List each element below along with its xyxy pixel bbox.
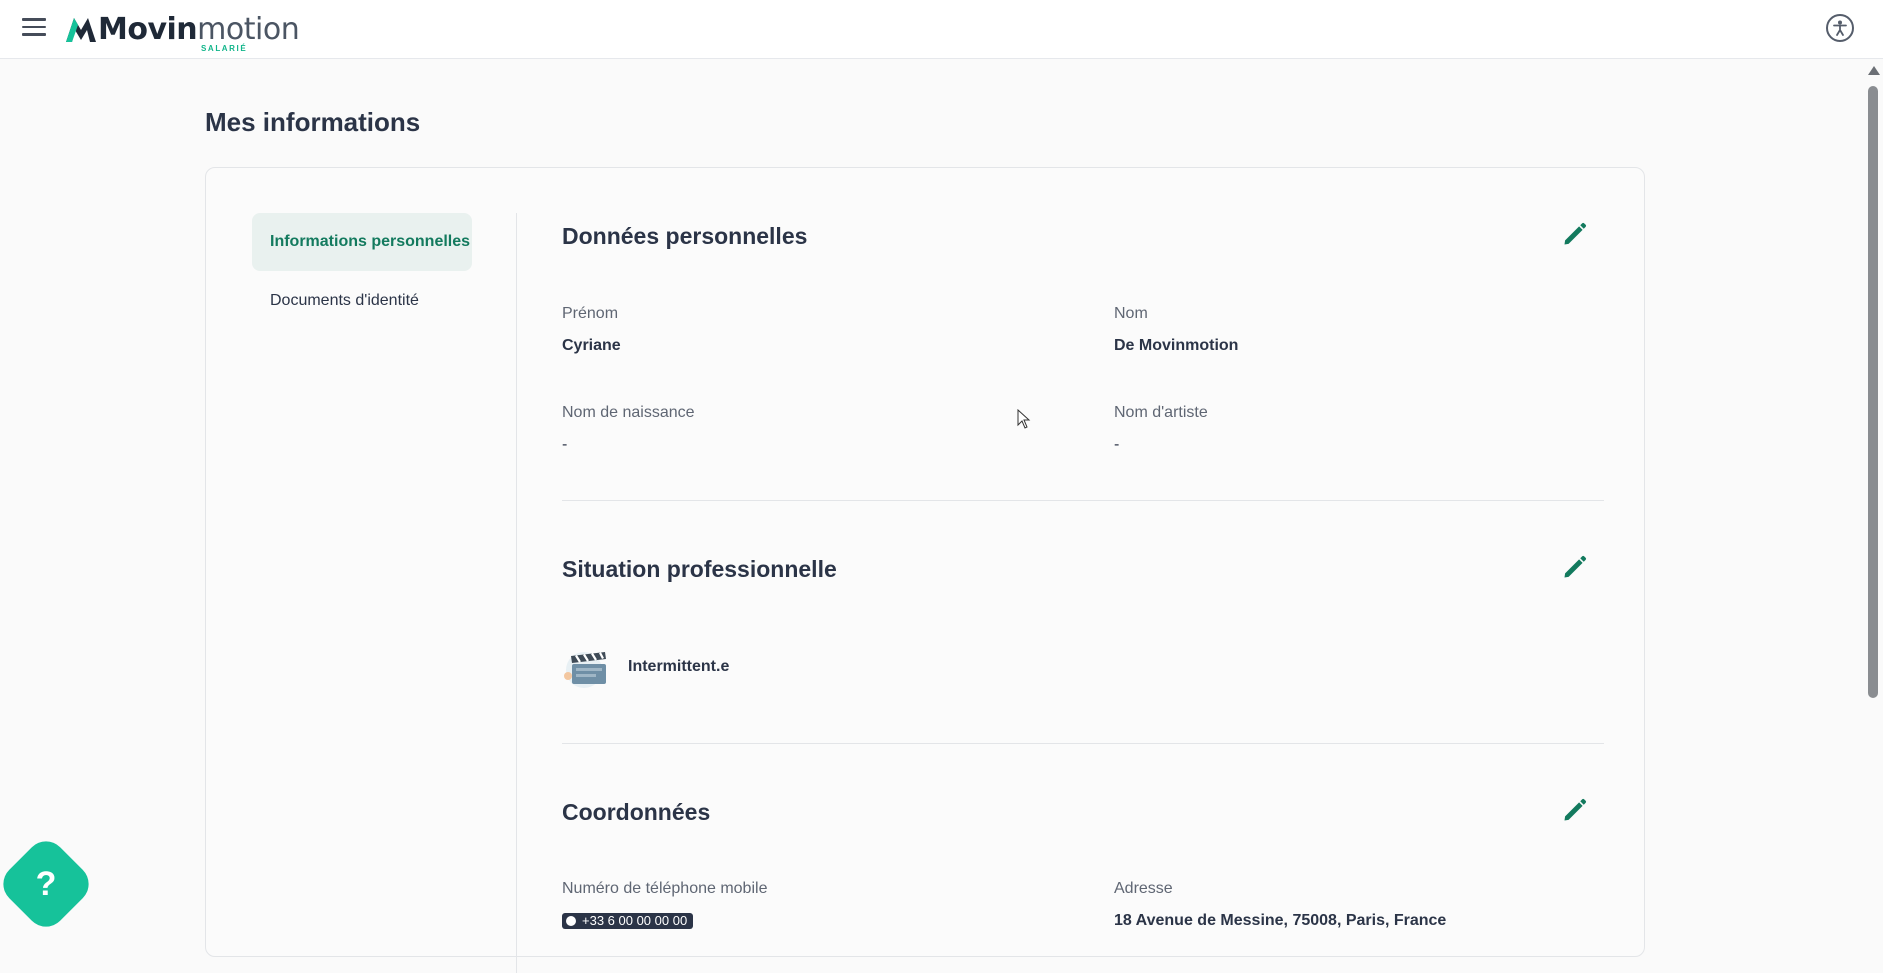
logo-mark-icon — [66, 18, 96, 42]
field-value-first-name: Cyriane — [562, 337, 621, 354]
field-value-artist-name: - — [1114, 436, 1120, 453]
field-label-artist-name: Nom d'artiste — [1114, 404, 1208, 421]
help-question-icon[interactable]: ? — [10, 848, 82, 920]
scrollbar-thumb[interactable] — [1868, 86, 1878, 698]
phone-badge: +33 6 00 00 00 00 — [562, 913, 694, 929]
flag-icon — [566, 916, 576, 926]
field-label-birth-name: Nom de naissance — [562, 404, 695, 421]
scrollbar[interactable] — [1863, 60, 1883, 928]
field-label-address: Adresse — [1114, 880, 1173, 897]
info-card: Informations personnelles Documents d'id… — [205, 167, 1645, 973]
field-label-first-name: Prénom — [562, 305, 619, 322]
page-title: Mes informations — [205, 107, 421, 137]
edit-contact-pencil-icon[interactable] — [1561, 796, 1589, 824]
field-label-phone: Numéro de téléphone mobile — [562, 880, 768, 897]
edit-personal-pencil-icon[interactable] — [1561, 220, 1589, 248]
hamburger-icon[interactable] — [22, 18, 46, 38]
scroll-up-arrow-icon[interactable] — [1868, 66, 1880, 75]
edit-professional-pencil-icon[interactable] — [1561, 553, 1589, 581]
sidebar-item-personal-info[interactable]: Informations personnelles — [252, 213, 472, 271]
logo-text: Movinmotion — [98, 12, 300, 47]
section-title-personal: Données personnelles — [562, 223, 808, 249]
field-value-birth-name: - — [562, 436, 568, 453]
field-value-address: 18 Avenue de Messine, 75008, Paris, Fran… — [1114, 912, 1447, 929]
field-label-last-name: Nom — [1114, 305, 1148, 322]
phone-value: +33 6 00 00 00 00 — [582, 913, 688, 928]
section-divider — [562, 500, 1604, 501]
accessibility-icon[interactable] — [1826, 14, 1854, 42]
logo[interactable]: Movinmotion SALARIÉ — [64, 10, 300, 53]
sidebar-item-identity-documents[interactable]: Documents d'identité — [252, 272, 472, 330]
professional-status: Intermittent.e — [628, 658, 730, 675]
section-title-professional: Situation professionnelle — [562, 556, 837, 582]
logo-subtitle: SALARIÉ — [201, 44, 248, 53]
top-bar: Movinmotion SALARIÉ — [0, 0, 1883, 59]
field-value-last-name: De Movinmotion — [1114, 337, 1239, 354]
sidebar-divider — [516, 213, 517, 973]
clapperboard-icon — [564, 652, 606, 688]
section-divider — [562, 743, 1604, 744]
mouse-cursor-icon — [1017, 409, 1031, 429]
section-title-contact: Coordonnées — [562, 799, 711, 825]
